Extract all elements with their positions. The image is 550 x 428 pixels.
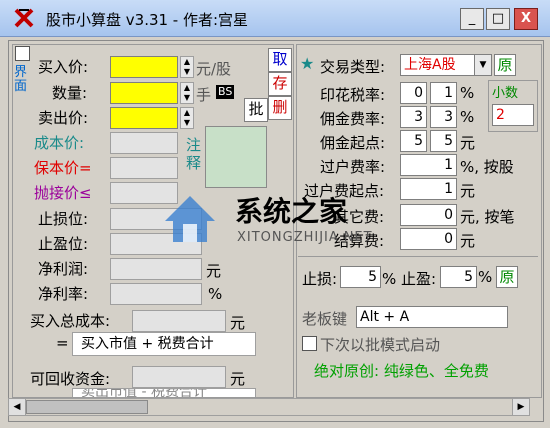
- net-rate-field: [110, 283, 202, 305]
- comm-pct: %: [460, 108, 475, 126]
- sell-price-spin[interactable]: ▲ ▼: [180, 107, 194, 129]
- batch-start-checkbox[interactable]: [302, 336, 317, 351]
- total-cost-label: 买入总成本:: [30, 312, 111, 330]
- recover-field: [132, 366, 226, 388]
- buy-price-label: 买入价:: [38, 58, 89, 76]
- quantity-input[interactable]: [110, 82, 178, 104]
- mode-checkbox[interactable]: [15, 46, 30, 61]
- take-profit-label: 止盈位:: [38, 235, 89, 253]
- buy-price-spin[interactable]: ▲ ▼: [180, 56, 194, 78]
- stamp-pct: %: [460, 84, 475, 102]
- origin-button-2[interactable]: 原: [496, 266, 518, 288]
- commission-rate-label: 佣金费率:: [320, 110, 386, 128]
- net-rate-unit: %: [208, 285, 223, 303]
- transfer-rate-label: 过户费率:: [320, 158, 386, 176]
- take-button[interactable]: 取: [268, 48, 292, 72]
- stamp-a-input[interactable]: 0: [400, 82, 427, 104]
- trade-type-label: 交易类型:: [320, 58, 386, 76]
- decimal-title: 小数: [492, 86, 519, 101]
- star-icon: ★: [300, 54, 315, 73]
- formula-text: 买入市值 + 税费合计: [72, 332, 256, 356]
- origin-button[interactable]: 原: [494, 54, 516, 76]
- net-rate-label: 净利率:: [38, 285, 89, 303]
- watermark-logo-icon: [165, 196, 215, 242]
- recover-label: 可回收资金:: [30, 370, 111, 388]
- stop-profit-pct: %: [478, 268, 493, 286]
- transfer-rate-input[interactable]: 1: [400, 154, 457, 176]
- divider: [298, 256, 538, 257]
- net-profit-field: [110, 258, 202, 280]
- settle-fee-unit: 元: [460, 232, 476, 250]
- stamp-b-input[interactable]: 1: [430, 82, 457, 104]
- buy-price-input[interactable]: [110, 56, 178, 78]
- batch-start-label: 下次以批模式启动: [320, 336, 441, 354]
- side-label: 界面: [14, 65, 28, 94]
- cost-price-field: [110, 132, 178, 154]
- other-fee-hint: 元, 按笔: [460, 208, 515, 226]
- hand-label: 手: [196, 86, 212, 104]
- close-button[interactable]: X: [514, 8, 538, 30]
- total-cost-unit: 元: [230, 314, 246, 332]
- stop-loss-label: 止损位:: [38, 210, 89, 228]
- maximize-button[interactable]: □: [486, 8, 510, 30]
- cmin-a-input[interactable]: 5: [400, 130, 427, 152]
- stamp-tax-label: 印花税率:: [320, 86, 386, 104]
- stop-profit-input[interactable]: 5: [440, 266, 477, 288]
- sell-price-input[interactable]: [110, 107, 178, 129]
- watermark: 系统之家 XITONGZHIJIA.NET: [155, 186, 435, 256]
- note-box[interactable]: [205, 126, 267, 188]
- catch-price-label: 抛接价≤: [34, 184, 92, 202]
- decimal-input[interactable]: 2: [492, 104, 534, 126]
- transfer-min-unit: 元: [460, 182, 476, 200]
- cmin-yuan: 元: [460, 134, 476, 152]
- batch-button[interactable]: 批: [244, 98, 268, 122]
- slogan-text: 绝对原创: 纯绿色、全免费: [314, 362, 489, 380]
- comm-b-input[interactable]: 3: [430, 106, 457, 128]
- save-button[interactable]: 存: [268, 72, 292, 96]
- boss-key-label: 老板键: [302, 310, 348, 328]
- comm-a-input[interactable]: 3: [400, 106, 427, 128]
- commission-min-label: 佣金起点:: [320, 134, 386, 152]
- delete-button[interactable]: 删: [268, 96, 292, 120]
- scroll-left-icon[interactable]: ◀: [8, 398, 26, 416]
- transfer-hint: %, 按股: [460, 158, 514, 176]
- scroll-thumb[interactable]: [26, 400, 148, 414]
- cmin-b-input[interactable]: 5: [430, 130, 457, 152]
- unit-label: 元/股: [196, 60, 232, 78]
- breakeven-field: [110, 157, 178, 179]
- boss-key-input[interactable]: Alt + A: [356, 306, 508, 328]
- partial-formula: 卖出市值 - 税费合计: [72, 388, 256, 397]
- watermark-text: 系统之家: [235, 195, 348, 228]
- watermark-sub: XITONGZHIJIA.NET: [237, 230, 373, 245]
- note-label: 注释: [186, 136, 202, 172]
- quantity-spin[interactable]: ▲ ▼: [180, 82, 194, 104]
- formula-eq: =: [56, 334, 69, 352]
- breakeven-label: 保本价=: [34, 159, 92, 177]
- stop-loss-input[interactable]: 5: [340, 266, 381, 288]
- chevron-down-icon[interactable]: ▼: [474, 54, 492, 76]
- scroll-right-icon[interactable]: ▶: [512, 398, 530, 416]
- net-profit-label: 净利润:: [38, 260, 89, 278]
- net-profit-unit: 元: [206, 262, 222, 280]
- recover-unit: 元: [230, 370, 246, 388]
- quantity-label: 数量:: [52, 84, 88, 102]
- cost-price-label: 成本价:: [34, 134, 85, 152]
- trade-type-select[interactable]: 上海A股: [400, 54, 476, 76]
- stop-loss-pct-label: 止损:: [302, 270, 338, 288]
- sell-price-label: 卖出价:: [38, 109, 89, 127]
- minimize-button[interactable]: _: [460, 8, 484, 30]
- window-title: 股市小算盘 v3.31 - 作者:宫星: [46, 11, 249, 29]
- app-icon: [14, 8, 34, 28]
- total-cost-field: [132, 310, 226, 332]
- bs-badge[interactable]: BS: [216, 85, 235, 99]
- stop-profit-pct-label: % 止盈:: [382, 270, 437, 288]
